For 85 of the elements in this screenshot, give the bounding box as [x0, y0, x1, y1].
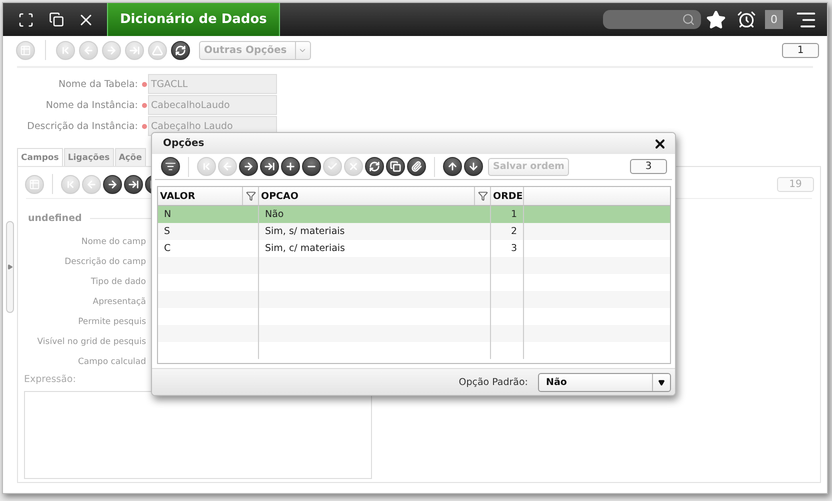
last-icon [264, 161, 275, 172]
last-button[interactable] [124, 174, 143, 194]
copy-icon [390, 161, 401, 172]
first-icon [60, 44, 71, 56]
grid-icon [20, 44, 31, 56]
attach-button[interactable] [407, 157, 426, 176]
filter-icon[interactable] [478, 191, 488, 201]
add-icon [285, 161, 296, 172]
caret-icon [658, 378, 665, 386]
refresh-button[interactable] [171, 40, 190, 60]
required-icon [142, 82, 146, 86]
move-down-button[interactable] [464, 157, 483, 176]
tab[interactable]: Ligações [64, 148, 114, 166]
cancel-icon [348, 161, 359, 172]
field-label: Expressão: [24, 374, 77, 385]
collapse-handle[interactable] [6, 221, 14, 313]
field-label: Nome da Tabela: [58, 78, 139, 90]
refresh-button[interactable] [365, 157, 384, 176]
other-options-dropdown[interactable]: Outras Opções [199, 40, 311, 60]
record-counter: 1 [782, 42, 819, 58]
last-icon [128, 178, 139, 190]
close-button[interactable] [653, 136, 667, 150]
remove-button[interactable] [302, 157, 321, 176]
list-icon [165, 161, 176, 172]
star-icon[interactable] [706, 10, 726, 30]
field-label: Visível no grid de pesquis [37, 336, 146, 349]
arrow-icon [7, 264, 13, 270]
notification-badge[interactable]: 0 [765, 10, 783, 29]
refresh-icon [369, 161, 380, 172]
field-label: Descrição do camp [64, 256, 146, 269]
previous-icon [86, 178, 97, 190]
search-field[interactable] [603, 10, 701, 29]
tab[interactable]: Campos [17, 148, 63, 166]
previous-icon [83, 44, 94, 56]
close-icon [653, 136, 667, 150]
field-label: Nome do camp [81, 236, 146, 249]
refresh-icon [175, 44, 186, 56]
record-counter: 19 [777, 176, 814, 192]
copy-button[interactable] [386, 157, 405, 176]
search-icon [682, 13, 695, 26]
next-button[interactable] [103, 174, 122, 194]
move-up-icon [447, 161, 458, 172]
add-button[interactable] [281, 157, 300, 176]
attach-icon [411, 161, 422, 172]
column-header[interactable]: OPCAO [259, 187, 491, 206]
move-up-button[interactable] [443, 157, 462, 176]
next-button[interactable] [239, 157, 258, 176]
next-icon [243, 161, 254, 172]
default-option-label: Opção Padrão: [458, 376, 528, 388]
next-icon [107, 178, 118, 190]
restore-icon[interactable] [48, 12, 64, 27]
first-icon [201, 161, 212, 172]
expression-field[interactable] [24, 391, 372, 479]
column-header[interactable]: ORDE [491, 187, 524, 206]
section-legend: undefined [28, 213, 82, 224]
field-label: Permite pesquis [78, 316, 146, 329]
required-icon [142, 124, 146, 128]
last-button[interactable] [260, 157, 279, 176]
field-label: Descrição da Instância: [26, 120, 139, 132]
confirm-icon [327, 161, 338, 172]
previous-icon [222, 161, 233, 172]
field-label: Apresentaçã [92, 296, 146, 309]
field-label: Tipo de dado [90, 276, 146, 289]
text-field[interactable]: TGACLL [148, 74, 277, 94]
first-icon [65, 178, 76, 190]
table-row[interactable]: S Sim, s/ materiais 2 [158, 223, 670, 240]
list-button[interactable] [161, 157, 180, 176]
required-icon [142, 102, 146, 108]
table-row[interactable]: N Não 1 [158, 206, 670, 223]
app-tab[interactable]: Dicionário de Dados [107, 3, 280, 36]
filter-icon[interactable] [246, 191, 256, 201]
column-header[interactable]: VALOR [158, 187, 259, 206]
last-icon [129, 44, 140, 56]
field-label: Nome da Instância: [44, 100, 139, 110]
alarm-clock-icon[interactable] [736, 10, 756, 29]
grid-icon [29, 178, 40, 190]
next-icon [106, 44, 117, 56]
fullscreen-icon[interactable] [18, 12, 34, 28]
tab[interactable]: Açõe [114, 148, 146, 166]
default-option-select[interactable]: Não [538, 372, 671, 392]
field-label: Campo calculad [78, 356, 146, 369]
text-field[interactable]: CabecalhoLaudo [148, 95, 277, 115]
dialog-title: Opções [163, 138, 206, 149]
record-counter: 3 [630, 159, 667, 174]
move-down-icon [468, 161, 479, 172]
